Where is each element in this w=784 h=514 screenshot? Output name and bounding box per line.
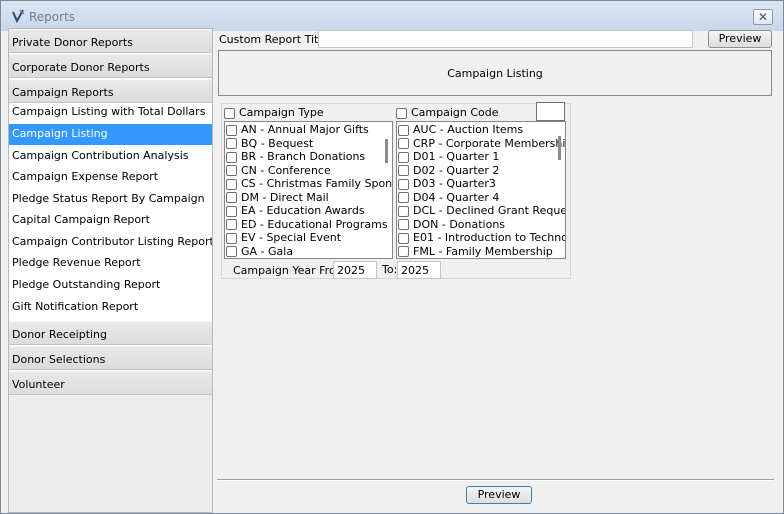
title-bar: Reports ✕: [1, 1, 783, 31]
checkbox[interactable]: [226, 205, 237, 217]
preview-button-bottom[interactable]: Preview: [466, 486, 532, 504]
close-button[interactable]: ✕: [753, 9, 773, 25]
list-item[interactable]: BQ - Bequest: [226, 137, 313, 151]
section-donor-selections[interactable]: Donor Selections: [9, 346, 212, 370]
section-private-donor-reports[interactable]: Private Donor Reports: [9, 29, 212, 53]
campaign-type-scrollbar[interactable]: [385, 139, 388, 163]
sidebar-item-pledge-status-report[interactable]: Pledge Status Report By Campaign: [9, 189, 212, 210]
list-item[interactable]: ED - Educational Programs: [226, 218, 388, 232]
checkbox[interactable]: [398, 192, 409, 203]
campaign-code-select-all-checkbox[interactable]: [396, 107, 407, 119]
sidebar-item-pledge-outstanding-report[interactable]: Pledge Outstanding Report: [9, 275, 212, 296]
section-volunteer[interactable]: Volunteer: [9, 371, 212, 395]
list-item[interactable]: DON - Donations: [398, 218, 505, 232]
window-title: Reports: [29, 10, 76, 24]
checkbox[interactable]: [398, 246, 409, 257]
reports-app-icon: [12, 9, 25, 23]
checkbox[interactable]: [398, 165, 409, 176]
checkbox[interactable]: [226, 138, 237, 149]
campaign-type-label: Campaign Type: [239, 106, 324, 119]
checkbox[interactable]: [226, 219, 237, 230]
campaign-code-header[interactable]: Campaign Code: [396, 106, 499, 121]
campaign-type-select-all-checkbox[interactable]: [224, 107, 235, 119]
list-item[interactable]: CS - Christmas Family Sponso: [226, 177, 392, 191]
checkbox[interactable]: [398, 124, 409, 136]
report-category-sidebar: Private Donor Reports Corporate Donor Re…: [8, 28, 213, 513]
checkbox[interactable]: [226, 178, 237, 190]
sidebar-item-campaign-contributor-listing[interactable]: Campaign Contributor Listing Report: [9, 232, 212, 253]
checkbox[interactable]: [398, 205, 409, 217]
campaign-year-to-input[interactable]: 2025: [397, 261, 441, 279]
list-item[interactable]: FML - Family Membership: [398, 245, 553, 259]
list-item[interactable]: AN - Annual Major Gifts: [226, 123, 369, 137]
sidebar-item-campaign-listing[interactable]: Campaign Listing: [9, 124, 212, 145]
footer-divider: [217, 479, 774, 481]
section-corporate-donor-reports[interactable]: Corporate Donor Reports: [9, 54, 212, 78]
checkbox[interactable]: [226, 192, 237, 203]
list-item[interactable]: EA - Education Awards: [226, 204, 365, 218]
custom-report-title-input[interactable]: [318, 30, 693, 48]
list-item[interactable]: E01 - Introduction to Technolog: [398, 231, 565, 245]
list-item[interactable]: BR - Branch Donations: [226, 150, 365, 164]
campaign-code-scrollbar[interactable]: [558, 136, 561, 160]
campaign-code-filter-box[interactable]: [536, 102, 565, 121]
selected-report-name: Campaign Listing: [447, 67, 543, 80]
checkbox[interactable]: [226, 246, 237, 257]
list-item[interactable]: EV - Special Event: [226, 231, 341, 245]
list-item[interactable]: D03 - Quarter3: [398, 177, 496, 191]
checkbox[interactable]: [226, 232, 237, 244]
sidebar-item-pledge-revenue-report[interactable]: Pledge Revenue Report: [9, 253, 212, 274]
sidebar-item-capital-campaign-report[interactable]: Capital Campaign Report: [9, 210, 212, 231]
checkbox[interactable]: [398, 219, 409, 230]
campaign-code-label: Campaign Code: [411, 106, 499, 119]
list-item[interactable]: GA - Gala: [226, 245, 293, 259]
preview-button-top[interactable]: Preview: [708, 30, 772, 48]
sidebar-item-campaign-expense-report[interactable]: Campaign Expense Report: [9, 167, 212, 188]
campaign-year-to-label: To:: [382, 263, 398, 276]
list-item[interactable]: D01 - Quarter 1: [398, 150, 499, 164]
checkbox[interactable]: [226, 151, 237, 163]
checkbox[interactable]: [398, 178, 409, 190]
sidebar-empty-area: [9, 395, 212, 512]
checkbox[interactable]: [226, 165, 237, 176]
checkbox[interactable]: [226, 124, 237, 136]
list-item[interactable]: DCL - Declined Grant Request: [398, 204, 565, 218]
checkbox[interactable]: [398, 151, 409, 163]
sidebar-item-campaign-contribution-analysis[interactable]: Campaign Contribution Analysis: [9, 146, 212, 167]
selected-report-panel: Campaign Listing: [218, 50, 772, 96]
close-icon: ✕: [757, 10, 769, 24]
list-item[interactable]: D04 - Quarter 4: [398, 191, 499, 205]
section-donor-receipting[interactable]: Donor Receipting: [9, 321, 212, 345]
sidebar-item-campaign-listing-total-dollars[interactable]: Campaign Listing with Total Dollars: [9, 102, 212, 123]
campaign-code-list[interactable]: AUC - Auction Items CRP - Corporate Memb…: [396, 121, 566, 259]
list-item[interactable]: CN - Conference: [226, 164, 331, 178]
list-item[interactable]: CRP - Corporate Membership: [398, 137, 565, 151]
sidebar-item-gift-notification-report[interactable]: Gift Notification Report: [9, 297, 212, 318]
campaign-type-header[interactable]: Campaign Type: [224, 106, 324, 121]
custom-report-title-label: Custom Report Title:: [219, 33, 332, 46]
checkbox[interactable]: [398, 232, 409, 244]
list-item[interactable]: DM - Direct Mail: [226, 191, 329, 205]
list-item[interactable]: D02 - Quarter 2: [398, 164, 499, 178]
campaign-type-list[interactable]: AN - Annual Major Gifts BQ - Bequest BR …: [224, 121, 393, 259]
list-item[interactable]: AUC - Auction Items: [398, 123, 523, 137]
campaign-year-from-input[interactable]: 2025: [333, 261, 377, 279]
checkbox[interactable]: [398, 138, 409, 149]
section-campaign-reports[interactable]: Campaign Reports: [9, 79, 212, 103]
